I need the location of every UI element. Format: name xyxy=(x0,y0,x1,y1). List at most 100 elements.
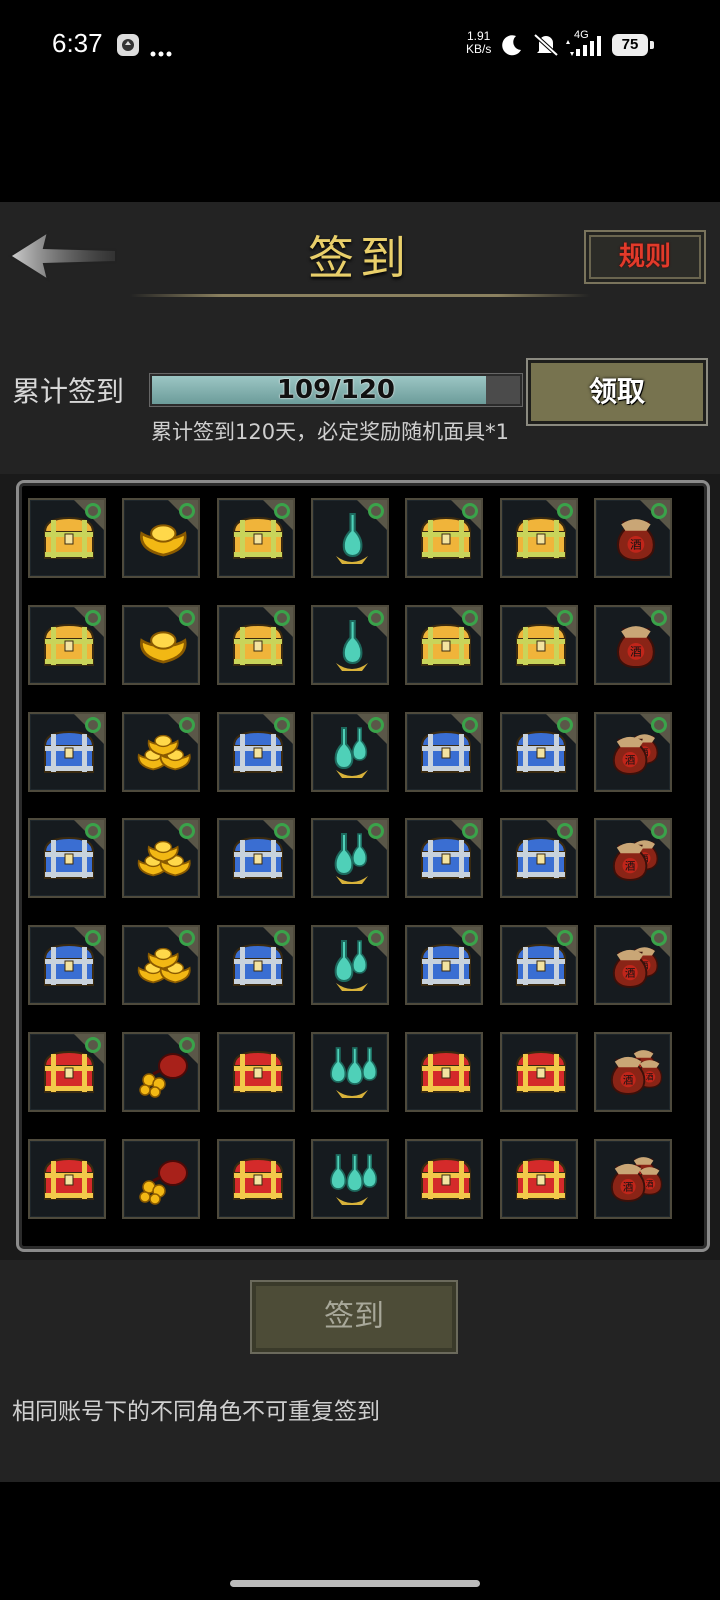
reward-cell-day-33[interactable] xyxy=(405,925,484,1006)
signin-button[interactable]: 签到 xyxy=(250,1280,458,1354)
reward-cell-day-26[interactable] xyxy=(405,818,484,899)
reward-cell-day-9[interactable] xyxy=(122,604,201,685)
reward-cell-day-5[interactable] xyxy=(405,498,484,578)
reward-cell-day-2[interactable] xyxy=(122,498,201,578)
reward-cell-day-14[interactable]: 酒 xyxy=(593,604,672,685)
reward-cell-day-19[interactable] xyxy=(405,711,484,792)
claimed-check-icon xyxy=(650,716,667,733)
reward-cell-day-22[interactable] xyxy=(28,818,106,899)
claimed-check-icon xyxy=(650,503,667,519)
svg-text:酒: 酒 xyxy=(625,967,635,980)
svg-text:酒: 酒 xyxy=(625,753,635,766)
cumulative-reward-note: 累计签到120天，必定奖励随机面具*1 xyxy=(151,420,509,444)
status-bar: 6:37 1.91 KB/s 4G 75 xyxy=(0,0,720,92)
title-divider xyxy=(130,294,590,297)
reward-cell-day-49[interactable]: 酒 酒 酒 xyxy=(593,1138,672,1219)
claimed-check-icon xyxy=(273,716,290,733)
claimed-check-icon xyxy=(85,609,101,626)
claimed-check-icon xyxy=(556,609,573,626)
claimed-check-icon xyxy=(650,609,667,626)
reward-cell-day-21[interactable]: 酒 酒 xyxy=(593,711,672,792)
claimed-check-icon xyxy=(179,609,196,626)
reward-cell-day-43[interactable] xyxy=(28,1138,106,1219)
reward-cell-day-42[interactable]: 酒 酒 酒 xyxy=(593,1032,672,1112)
status-time: 6:37 xyxy=(52,28,103,58)
reward-cell-day-7[interactable]: 酒 xyxy=(593,498,672,578)
reward-cell-day-32[interactable] xyxy=(310,925,389,1006)
reward-cell-day-16[interactable] xyxy=(122,711,201,792)
reward-cell-day-15[interactable] xyxy=(28,711,106,792)
reward-cell-day-48[interactable] xyxy=(499,1138,578,1219)
reward-cell-day-47[interactable] xyxy=(405,1138,484,1219)
signin-screen: 签到 规则 累计签到 109/120 领取 累计签到120天，必定奖励随机面具*… xyxy=(0,202,720,1482)
reward-cell-day-28[interactable]: 酒 酒 xyxy=(593,818,672,899)
reward-cell-day-6[interactable] xyxy=(499,498,578,578)
reward-cell-day-11[interactable] xyxy=(310,604,389,685)
claimed-check-icon xyxy=(650,930,667,947)
do-not-disturb-moon-icon xyxy=(500,33,524,61)
reward-cell-day-18[interactable] xyxy=(310,711,389,792)
claim-label: 领取 xyxy=(588,375,645,408)
reward-grid-panel: 酒 酒 酒 酒 酒 酒 酒 酒 酒 xyxy=(0,474,720,1260)
reward-cell-day-10[interactable] xyxy=(216,604,295,685)
reward-cell-day-37[interactable] xyxy=(122,1032,201,1112)
claimed-check-icon xyxy=(367,716,384,733)
reward-cell-day-36[interactable] xyxy=(28,1032,106,1112)
claimed-check-icon xyxy=(85,1037,101,1053)
battery-tip xyxy=(650,41,654,49)
reward-cell-day-46[interactable] xyxy=(310,1138,389,1219)
battery-level: 75 xyxy=(612,34,648,56)
svg-text:酒: 酒 xyxy=(623,1180,633,1193)
account-note: 相同账号下的不同角色不可重复签到 xyxy=(12,1399,380,1425)
reward-cell-day-39[interactable] xyxy=(310,1032,389,1112)
claimed-check-icon xyxy=(273,823,290,840)
claimed-check-icon xyxy=(556,716,573,733)
claimed-check-icon xyxy=(367,930,384,947)
reward-cell-day-35[interactable]: 酒 酒 xyxy=(593,925,672,1006)
network-speed-value: 1.91 xyxy=(466,29,491,43)
reward-cell-day-38[interactable] xyxy=(216,1032,295,1112)
claimed-check-icon xyxy=(273,503,290,519)
reward-cell-day-23[interactable] xyxy=(122,818,201,899)
svg-text:酒: 酒 xyxy=(623,1073,633,1086)
signal-bars-icon xyxy=(576,36,604,60)
reward-cell-day-27[interactable] xyxy=(499,818,578,899)
reward-cell-day-8[interactable] xyxy=(28,604,106,685)
reward-cell-day-24[interactable] xyxy=(216,818,295,899)
reward-cell-day-41[interactable] xyxy=(499,1032,578,1112)
claimed-check-icon xyxy=(367,609,384,626)
reward-cell-day-29[interactable] xyxy=(28,925,106,1006)
reward-cell-day-34[interactable] xyxy=(499,925,578,1006)
reward-cell-day-12[interactable] xyxy=(405,604,484,685)
reward-cell-day-3[interactable] xyxy=(216,498,295,578)
claimed-check-icon xyxy=(85,503,101,519)
cumulative-signin-label: 累计签到 xyxy=(12,375,125,408)
signin-progress-bar: 109/120 xyxy=(150,374,522,406)
claimed-check-icon xyxy=(462,716,479,733)
reward-cell-day-13[interactable] xyxy=(499,604,578,685)
signin-label: 签到 xyxy=(324,1299,384,1334)
reward-cell-day-44[interactable] xyxy=(122,1138,201,1219)
claimed-check-icon xyxy=(556,503,573,519)
data-arrows-icon xyxy=(566,40,574,60)
reward-cell-day-45[interactable] xyxy=(216,1138,295,1219)
claimed-check-icon xyxy=(85,716,101,733)
reward-cell-day-17[interactable] xyxy=(216,711,295,792)
reward-cell-day-4[interactable] xyxy=(310,498,389,578)
svg-text:酒: 酒 xyxy=(625,860,635,873)
reward-cell-day-25[interactable] xyxy=(310,818,389,899)
reward-cell-day-40[interactable] xyxy=(405,1032,484,1112)
svg-text:酒: 酒 xyxy=(630,538,642,552)
network-speed: 1.91 KB/s xyxy=(466,30,491,56)
rules-button[interactable]: 规则 xyxy=(584,230,706,284)
claim-button[interactable]: 领取 xyxy=(528,360,706,424)
reward-cell-day-31[interactable] xyxy=(216,925,295,1006)
claimed-check-icon xyxy=(556,930,573,947)
reward-cell-day-20[interactable] xyxy=(499,711,578,792)
svg-text:酒: 酒 xyxy=(646,1073,654,1082)
reward-cell-day-30[interactable] xyxy=(122,925,201,1006)
claimed-check-icon xyxy=(367,503,384,519)
silent-bell-icon xyxy=(532,33,560,61)
home-indicator[interactable] xyxy=(230,1580,480,1587)
reward-cell-day-1[interactable] xyxy=(28,498,106,578)
